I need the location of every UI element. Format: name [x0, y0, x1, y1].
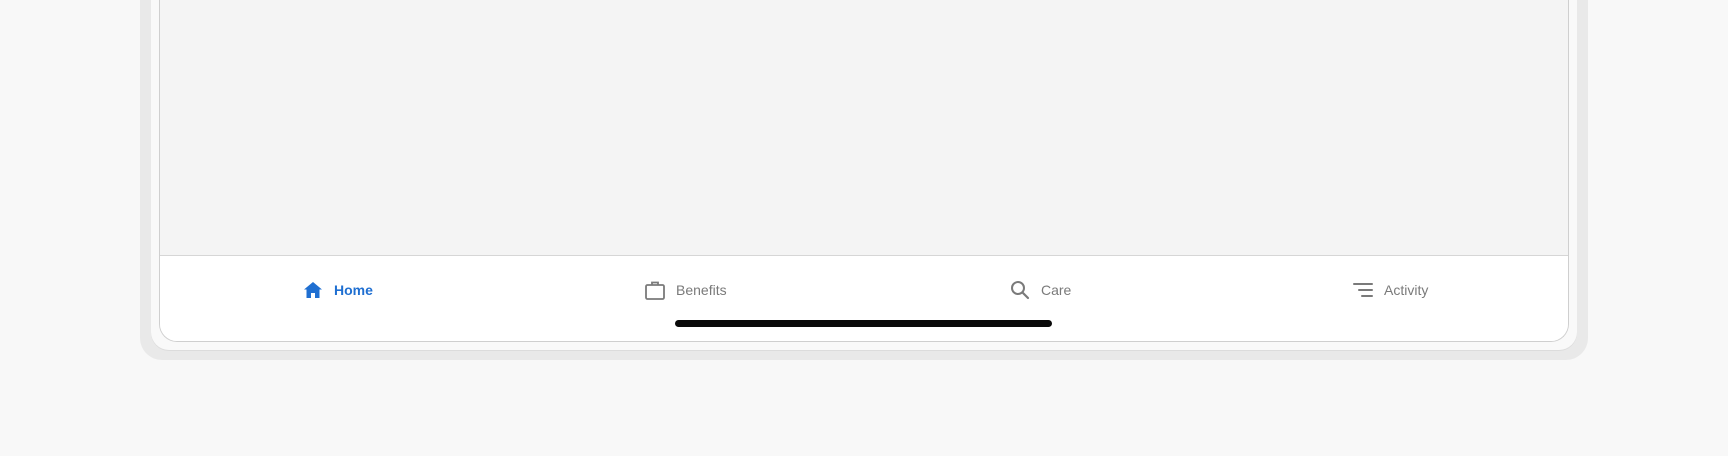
home-indicator	[675, 320, 1052, 327]
content-area	[160, 0, 1568, 255]
bottom-tab-bar: Home Benefits Care Activity	[160, 255, 1568, 341]
tab-activity-label: Activity	[1384, 282, 1429, 298]
app-screen: Home Benefits Care Activity	[159, 0, 1569, 342]
tab-activity[interactable]: Activity	[1352, 256, 1428, 324]
tab-care-label: Care	[1041, 282, 1072, 298]
tab-home[interactable]: Home	[302, 256, 373, 324]
search-icon	[1009, 279, 1031, 301]
page-background: Home Benefits Care Activity	[0, 0, 1728, 456]
tab-benefits-label: Benefits	[676, 282, 727, 298]
tab-home-label: Home	[334, 282, 373, 298]
home-icon	[302, 279, 324, 301]
tab-benefits[interactable]: Benefits	[644, 256, 727, 324]
tab-care[interactable]: Care	[1009, 256, 1071, 324]
activity-list-icon	[1352, 279, 1374, 301]
briefcase-icon	[644, 279, 666, 301]
